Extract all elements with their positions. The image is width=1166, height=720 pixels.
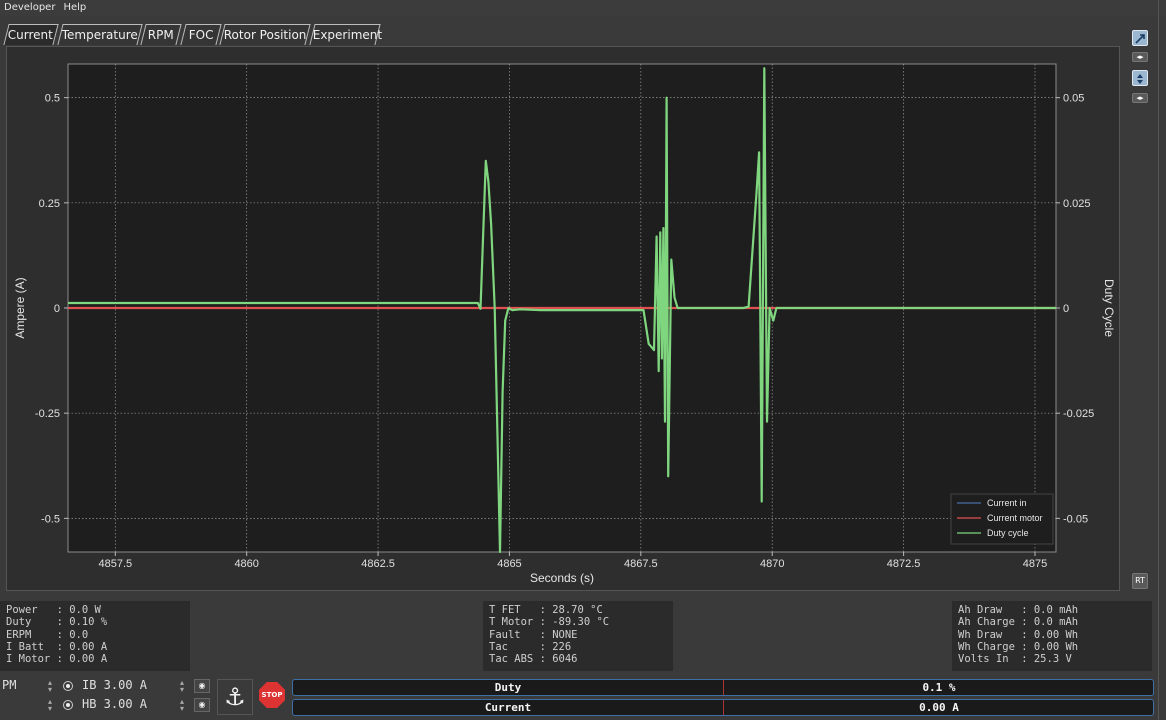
ib-input[interactable]: IB 3.00 A <box>82 678 147 692</box>
tacabs-value: Tac ABS : 6046 <box>489 653 578 666</box>
legend-entry: Current motor <box>987 513 1043 523</box>
window-edge <box>1158 0 1159 720</box>
power-value: Power : 0.0 W <box>6 604 101 616</box>
y-tick-label: 0.25 <box>39 198 60 210</box>
tac-value: Tac : 226 <box>489 640 572 653</box>
hb-radio-icon[interactable] <box>63 700 73 710</box>
y2-axis-label: Duty Cycle <box>1102 279 1116 337</box>
tab-temperature[interactable]: Temperature <box>57 24 143 45</box>
menu-bar: Developer Help <box>0 0 1166 16</box>
legend-entry: Duty cycle <box>987 528 1029 538</box>
plot-area[interactable]: 4857.5 4860 4862.5 4865 4867.5 4870 4872.5 4875… <box>6 46 1120 591</box>
hb-set-icon[interactable]: ◉ <box>194 698 210 712</box>
y2-tick-label: 0 <box>1063 303 1069 315</box>
y-axis-label: Ampere (A) <box>13 277 27 338</box>
ib-radio-icon[interactable] <box>63 681 73 691</box>
x-tick-label: 4857.5 <box>98 558 132 570</box>
duty-bar-value: 0.1 % <box>922 681 956 694</box>
current-plot[interactable]: 4857.5 4860 4862.5 4865 4867.5 4870 4872.5 4875… <box>7 47 1119 590</box>
x-tick-label: 4860 <box>234 558 258 570</box>
ib-spin-icon[interactable]: ▴ ▾ <box>180 679 188 694</box>
y-tick-label: 0 <box>54 303 60 315</box>
menu-developer[interactable]: Developer <box>0 0 59 13</box>
anchor-icon[interactable]: ⚓ <box>217 679 253 715</box>
ahdraw-value: Ah Draw : 0.0 mAh <box>958 604 1079 616</box>
fault-value: Fault : NONE <box>489 628 578 641</box>
whdraw-value: Wh Draw : 0.00 Wh <box>958 628 1079 641</box>
legend-entry: Current in <box>987 498 1027 508</box>
horizontal-zoom-icon[interactable]: ◂▸ <box>1132 52 1148 62</box>
stop-icon[interactable]: STOP <box>259 682 285 708</box>
y-tick-label: -0.5 <box>41 513 60 525</box>
status-left-panel: Power : 0.0 W Duty : 0.10 % ERPM : 0.0 I Ba… <box>0 601 190 671</box>
x-tick-label: 4872.5 <box>887 558 921 570</box>
y2-tick-label: 0.05 <box>1063 93 1084 105</box>
ibatt-value: I Batt : 0.00 A <box>6 640 108 653</box>
tab-experiment[interactable]: Experiment <box>309 24 382 45</box>
tab-foc[interactable]: FOC <box>180 24 222 45</box>
status-right-panel: Ah Draw : 0.0 mAh Ah Charge : 0.0 mAh Wh D… <box>952 601 1152 671</box>
y-tick-label: -0.25 <box>35 408 60 420</box>
voltsin-value: Volts In : 25.3 V <box>958 653 1072 666</box>
duty-value: Duty : 0.10 % <box>6 616 108 629</box>
tab-rotor-position[interactable]: Rotor Position <box>219 24 311 45</box>
tmotor-value: T Motor : -89.30 °C <box>489 616 610 629</box>
tab-current[interactable]: Current <box>3 24 59 45</box>
tab-rpm[interactable]: RPM <box>140 24 182 45</box>
x-tick-label: 4867.5 <box>624 558 658 570</box>
x-tick-label: 4870 <box>760 558 784 570</box>
ahcharge-value: Ah Charge : 0.0 mAh <box>958 616 1079 629</box>
whcharge-value: Wh Charge : 0.00 Wh <box>958 640 1079 653</box>
realtime-icon[interactable]: RT <box>1132 573 1148 589</box>
ib-set-icon[interactable]: ◉ <box>194 679 210 693</box>
plot-toolbar: ◂▸ ◂▸ RT <box>1131 26 1151 596</box>
current-bar-label: Current <box>484 701 532 714</box>
y2-tick-label: -0.05 <box>1063 513 1088 525</box>
erpm-value: ERPM : 0.0 <box>6 628 89 641</box>
imotor-value: I Motor : 0.00 A <box>6 653 108 666</box>
tfet-value: T FET : 28.70 °C <box>489 604 603 616</box>
x-tick-label: 4862.5 <box>361 558 395 570</box>
hb-spin-icon[interactable]: ▴ ▾ <box>180 698 188 713</box>
y-tick-label: 0.5 <box>45 93 60 105</box>
status-mid-panel: T FET : 28.70 °C T Motor : -89.30 °C Fault… <box>483 601 673 671</box>
rpm-input[interactable]: PM <box>2 678 16 692</box>
current-bar: Current 0.00 A <box>292 699 1154 716</box>
menu-help[interactable]: Help <box>59 0 90 13</box>
x-tick-label: 4875 <box>1023 558 1047 570</box>
current-bar-value: 0.00 A <box>919 701 959 714</box>
rescale-icon[interactable] <box>1132 30 1148 46</box>
x-tick-label: 4865 <box>497 558 521 570</box>
rpm-spin-icon[interactable]: ▴ ▾ <box>48 679 56 694</box>
x-axis-label: Seconds (s) <box>530 571 594 585</box>
horizontal-zoom-icon-2[interactable]: ◂▸ <box>1132 93 1148 103</box>
spin-icon-2[interactable]: ▴ ▾ <box>48 698 56 713</box>
y2-tick-label: 0.025 <box>1063 198 1091 210</box>
y2-tick-label: -0.025 <box>1063 408 1094 420</box>
hb-input[interactable]: HB 3.00 A <box>82 697 147 711</box>
vertical-zoom-icon[interactable] <box>1132 70 1148 86</box>
duty-bar-label: Duty <box>494 681 522 694</box>
duty-bar: Duty 0.1 % <box>292 679 1154 696</box>
